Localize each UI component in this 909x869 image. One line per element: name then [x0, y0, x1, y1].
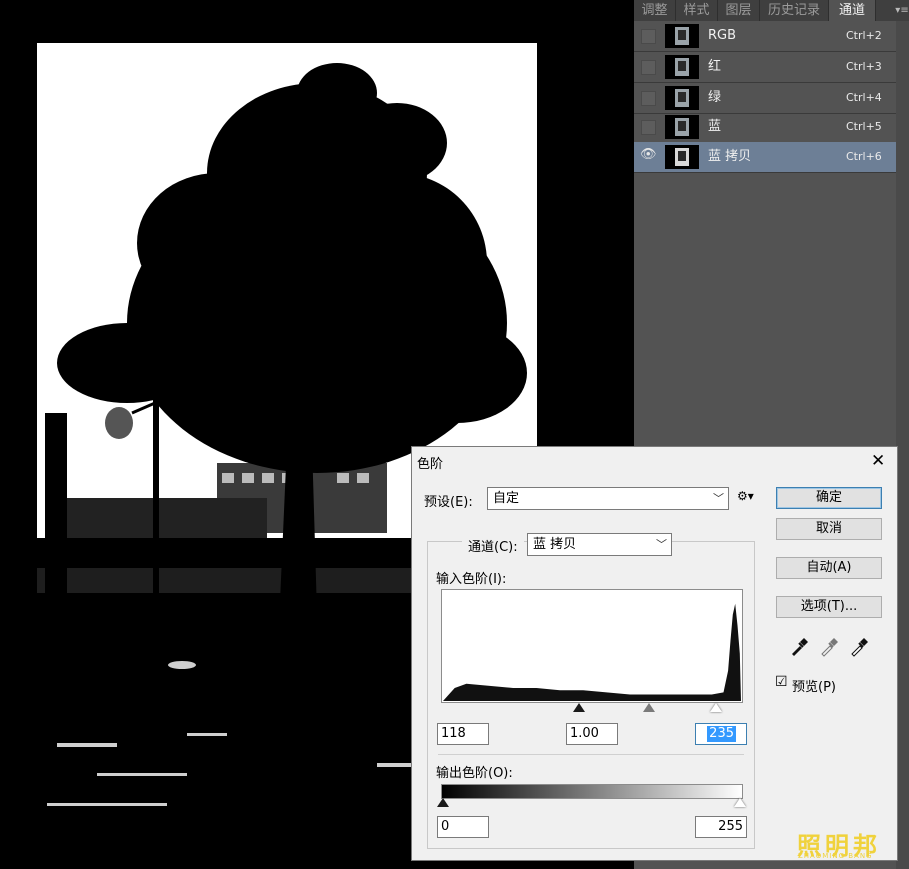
channel-select[interactable]: 蓝 拷贝 ﹀ [527, 533, 672, 556]
channel-label: 通道(C): [462, 536, 524, 555]
chevron-down-icon: ﹀ [656, 538, 667, 551]
watermark-subtext: ZHAOMING BANG [798, 852, 873, 860]
tab-layers[interactable]: 图层 [718, 0, 760, 21]
visibility-toggle[interactable] [641, 120, 656, 135]
histogram-plot [443, 603, 741, 701]
channel-row-rgb[interactable]: RGB Ctrl+2 [634, 21, 896, 52]
output-gradient [441, 784, 743, 799]
chevron-down-icon: ﹀ [713, 492, 724, 505]
channel-row-blue[interactable]: 蓝 Ctrl+5 [634, 112, 896, 143]
white-eyedropper-icon[interactable] [849, 637, 869, 657]
channel-shortcut: Ctrl+6 [846, 150, 882, 163]
histogram [441, 589, 743, 703]
output-white-field[interactable]: 255 [695, 816, 747, 838]
channel-thumbnail [665, 145, 699, 169]
visibility-toggle[interactable] [641, 29, 656, 44]
histogram-area [443, 603, 741, 701]
channel-shortcut: Ctrl+2 [846, 29, 882, 42]
channel-row-green[interactable]: 绿 Ctrl+4 [634, 83, 896, 114]
visibility-toggle[interactable] [641, 60, 656, 75]
input-black-field[interactable]: 118 [437, 723, 489, 745]
panel-menu-icon[interactable]: ▾≡ [895, 0, 909, 21]
tab-history[interactable]: 历史记录 [760, 0, 829, 21]
eye-icon: 👁 [640, 147, 657, 162]
levels-dialog: 色阶 ✕ 预设(E): 自定 ﹀ ⚙▾ 通道(C): 蓝 拷贝 ﹀ 输入色阶(I… [411, 446, 898, 861]
close-icon[interactable]: ✕ [871, 451, 885, 471]
channel-value: 蓝 拷贝 [533, 537, 577, 552]
options-button[interactable]: 选项(T)... [776, 596, 882, 618]
dialog-title: 色阶 [417, 457, 444, 472]
input-white-slider[interactable] [710, 703, 722, 712]
preset-label: 预设(E): [424, 495, 473, 510]
channel-name: 红 [708, 59, 722, 74]
channel-shortcut: Ctrl+3 [846, 60, 882, 73]
gray-eyedropper-icon[interactable] [819, 637, 839, 657]
tab-channels[interactable]: 通道 [829, 0, 876, 21]
input-black-slider[interactable] [573, 703, 585, 712]
channel-name: 蓝 [708, 119, 722, 134]
channel-shortcut: Ctrl+4 [846, 91, 882, 104]
output-levels-label: 输出色阶(O): [436, 766, 513, 781]
channel-name: 蓝 拷贝 [708, 149, 752, 164]
channel-name: RGB [708, 28, 737, 43]
auto-button[interactable]: 自动(A) [776, 557, 882, 579]
preset-value: 自定 [493, 491, 520, 506]
preset-select[interactable]: 自定 ﹀ [487, 487, 729, 510]
tab-styles[interactable]: 样式 [676, 0, 718, 21]
divider [438, 754, 744, 755]
preview-label: 预览(P) [792, 680, 836, 695]
channel-thumbnail [665, 86, 699, 110]
channel-row-blue-copy[interactable]: 👁 蓝 拷贝 Ctrl+6 [634, 142, 896, 173]
visibility-toggle[interactable] [641, 91, 656, 106]
input-levels-label: 输入色阶(I): [436, 572, 507, 587]
channel-row-red[interactable]: 红 Ctrl+3 [634, 52, 896, 83]
input-gamma-field[interactable]: 1.00 [566, 723, 618, 745]
input-white-field[interactable]: 235 [695, 723, 747, 745]
black-eyedropper-icon[interactable] [789, 637, 809, 657]
output-black-field[interactable]: 0 [437, 816, 489, 838]
ok-button[interactable]: 确定 [776, 487, 882, 509]
visibility-toggle[interactable]: 👁 [640, 147, 657, 163]
cancel-button[interactable]: 取消 [776, 518, 882, 540]
output-black-slider[interactable] [437, 798, 449, 807]
channel-thumbnail [665, 115, 699, 139]
panel-tab-bar: 调整 样式 图层 历史记录 通道 ▾≡ [634, 0, 909, 21]
input-gamma-slider[interactable] [643, 703, 655, 712]
tab-adjustments[interactable]: 调整 [634, 0, 676, 21]
output-white-slider[interactable] [734, 798, 746, 807]
channel-name: 绿 [708, 90, 722, 105]
gear-icon[interactable]: ⚙▾ [737, 489, 754, 503]
channel-thumbnail [665, 55, 699, 79]
preview-checkbox[interactable]: ☑ [775, 674, 788, 690]
channel-thumbnail [665, 24, 699, 48]
channel-shortcut: Ctrl+5 [846, 120, 882, 133]
